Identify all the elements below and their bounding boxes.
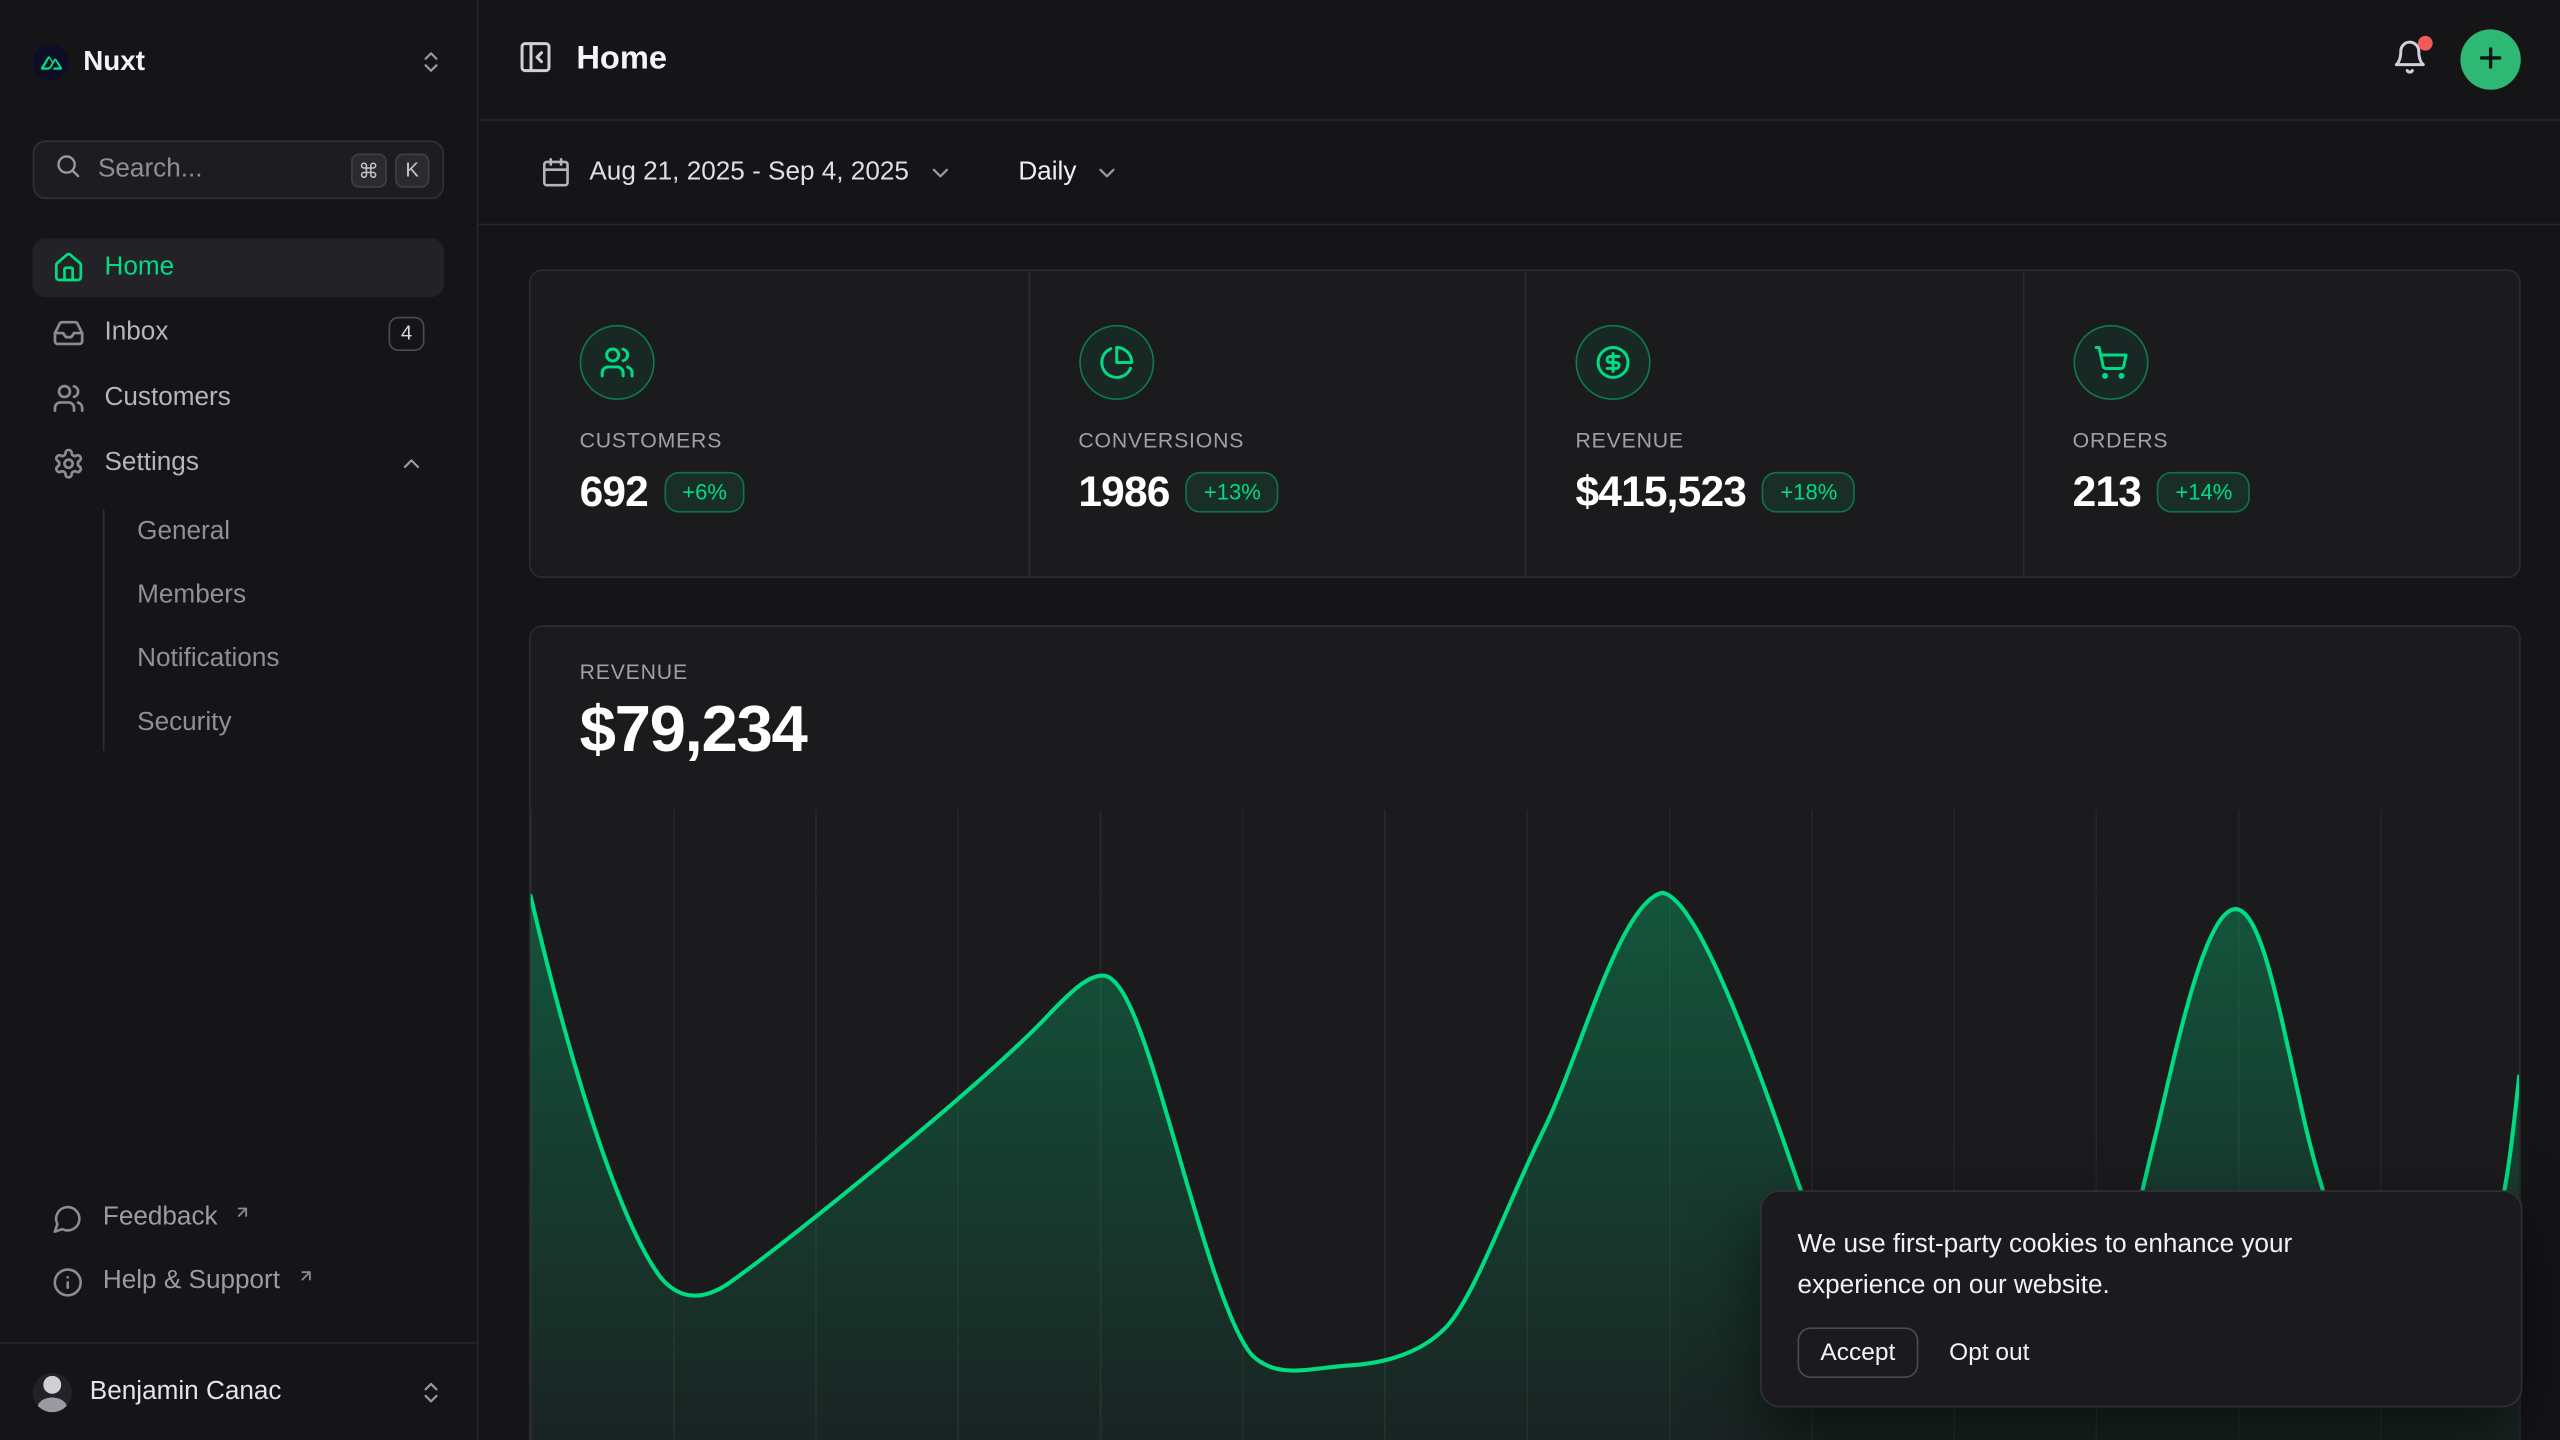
chevrons-up-down-icon[interactable]: [418, 49, 444, 75]
stat-label: CONVERSIONS: [1078, 428, 1476, 452]
page-title: Home: [576, 41, 667, 79]
page-header: Home: [478, 0, 2560, 121]
collapse-sidebar-button[interactable]: [518, 39, 554, 80]
search-icon: [54, 152, 82, 188]
sidebar-nav: Home Inbox 4 Customers Settings: [33, 238, 444, 760]
chevron-down-icon: [927, 159, 953, 185]
dollar-circle-icon: [1576, 325, 1651, 400]
sidebar-item-notifications[interactable]: Notifications: [104, 633, 444, 685]
external-link-icon: [234, 1202, 252, 1220]
stat-card-customers: CUSTOMERS 692 +6%: [531, 271, 1028, 576]
stat-delta-badge: +13%: [1186, 472, 1279, 513]
notification-dot: [2418, 36, 2433, 51]
user-menu[interactable]: Benjamin Canac: [0, 1342, 477, 1440]
workspace-switcher[interactable]: Nuxt: [33, 26, 444, 98]
users-icon: [52, 382, 85, 415]
users-icon: [580, 325, 655, 400]
sidebar-item-label: Home: [104, 253, 174, 282]
avatar: [33, 1372, 72, 1411]
stat-value: 1986: [1078, 467, 1169, 518]
stat-label: ORDERS: [2073, 428, 2471, 452]
stat-card-orders: ORDERS 213 +14%: [2022, 271, 2519, 576]
subnav-guide-line: [103, 509, 105, 751]
date-range-picker[interactable]: Aug 21, 2025 - Sep 4, 2025: [527, 157, 966, 188]
home-icon: [52, 251, 85, 284]
stat-label: CUSTOMERS: [580, 428, 979, 452]
k-key: K: [395, 153, 429, 187]
stat-delta-badge: +14%: [2157, 472, 2250, 513]
sidebar-item-customers[interactable]: Customers: [33, 369, 444, 428]
search-placeholder: Search...: [98, 155, 334, 184]
help-support-label: Help & Support: [103, 1267, 280, 1296]
info-circle-icon: [52, 1266, 83, 1297]
stat-delta-badge: +6%: [664, 472, 745, 513]
sidebar-footer: Feedback Help & Support: [33, 1192, 444, 1319]
opt-out-button[interactable]: Opt out: [1949, 1339, 2029, 1367]
sidebar-item-label: Inbox: [104, 318, 168, 347]
add-button[interactable]: [2460, 29, 2520, 89]
chevron-down-icon: [1094, 159, 1120, 185]
nuxt-logo-icon: [33, 44, 69, 80]
revenue-chart-label: REVENUE: [580, 660, 2471, 684]
sidebar-item-inbox[interactable]: Inbox 4: [33, 304, 444, 363]
stat-label: REVENUE: [1576, 428, 1974, 452]
period-select[interactable]: Daily: [1005, 158, 1133, 187]
feedback-link[interactable]: Feedback: [33, 1192, 444, 1244]
external-link-icon: [296, 1266, 314, 1284]
sidebar-item-label: Customers: [104, 384, 230, 413]
user-name: Benjamin Canac: [90, 1377, 282, 1406]
filters-toolbar: Aug 21, 2025 - Sep 4, 2025 Daily: [478, 121, 2560, 225]
stat-value: $415,523: [1576, 467, 1747, 518]
settings-subnav: General Members Notifications Security: [33, 506, 444, 761]
stats-row: CUSTOMERS 692 +6% CONVERSIONS 1986 +13%: [529, 269, 2521, 578]
cookie-message: We use first-party cookies to enhance yo…: [1798, 1224, 2399, 1306]
stat-card-conversions: CONVERSIONS 1986 +13%: [1028, 271, 1525, 576]
sidebar-item-label: Settings: [104, 449, 198, 478]
notifications-button[interactable]: [2392, 39, 2428, 80]
sidebar-item-general[interactable]: General: [104, 506, 444, 558]
feedback-label: Feedback: [103, 1203, 218, 1232]
revenue-chart-value: $79,234: [580, 694, 2471, 767]
period-value: Daily: [1018, 158, 1076, 187]
cookie-banner: We use first-party cookies to enhance yo…: [1760, 1190, 2522, 1407]
panel-left-close-icon: [518, 39, 554, 80]
accept-cookies-button[interactable]: Accept: [1798, 1327, 1919, 1378]
stat-card-revenue: REVENUE $415,523 +18%: [1525, 271, 2022, 576]
search-shortcut: ⌘ K: [350, 153, 429, 187]
sidebar-item-settings[interactable]: Settings: [33, 434, 444, 493]
sidebar: Nuxt Search... ⌘ K Home: [0, 0, 478, 1440]
sidebar-item-members[interactable]: Members: [104, 570, 444, 622]
plus-icon: [2475, 42, 2506, 78]
app-window: Nuxt Search... ⌘ K Home: [0, 0, 2560, 1440]
pie-chart-icon: [1078, 325, 1153, 400]
sidebar-spacer: [0, 761, 477, 1192]
calendar-icon: [540, 157, 571, 188]
workspace-name: Nuxt: [83, 46, 145, 79]
chevron-up-icon: [398, 451, 424, 477]
cmd-key: ⌘: [350, 153, 387, 187]
inbox-count-badge: 4: [389, 316, 425, 350]
search-input[interactable]: Search... ⌘ K: [33, 140, 444, 199]
date-range-value: Aug 21, 2025 - Sep 4, 2025: [589, 158, 909, 187]
chevrons-up-down-icon: [418, 1379, 444, 1405]
help-support-link[interactable]: Help & Support: [33, 1256, 444, 1308]
gear-icon: [52, 447, 85, 480]
sidebar-item-security[interactable]: Security: [104, 697, 444, 749]
cart-icon: [2073, 325, 2148, 400]
stat-value: 692: [580, 467, 648, 518]
stat-delta-badge: +18%: [1762, 472, 1855, 513]
sidebar-item-home[interactable]: Home: [33, 238, 444, 297]
inbox-icon: [52, 317, 85, 350]
stat-value: 213: [2073, 467, 2141, 518]
chat-bubble-icon: [52, 1202, 83, 1233]
